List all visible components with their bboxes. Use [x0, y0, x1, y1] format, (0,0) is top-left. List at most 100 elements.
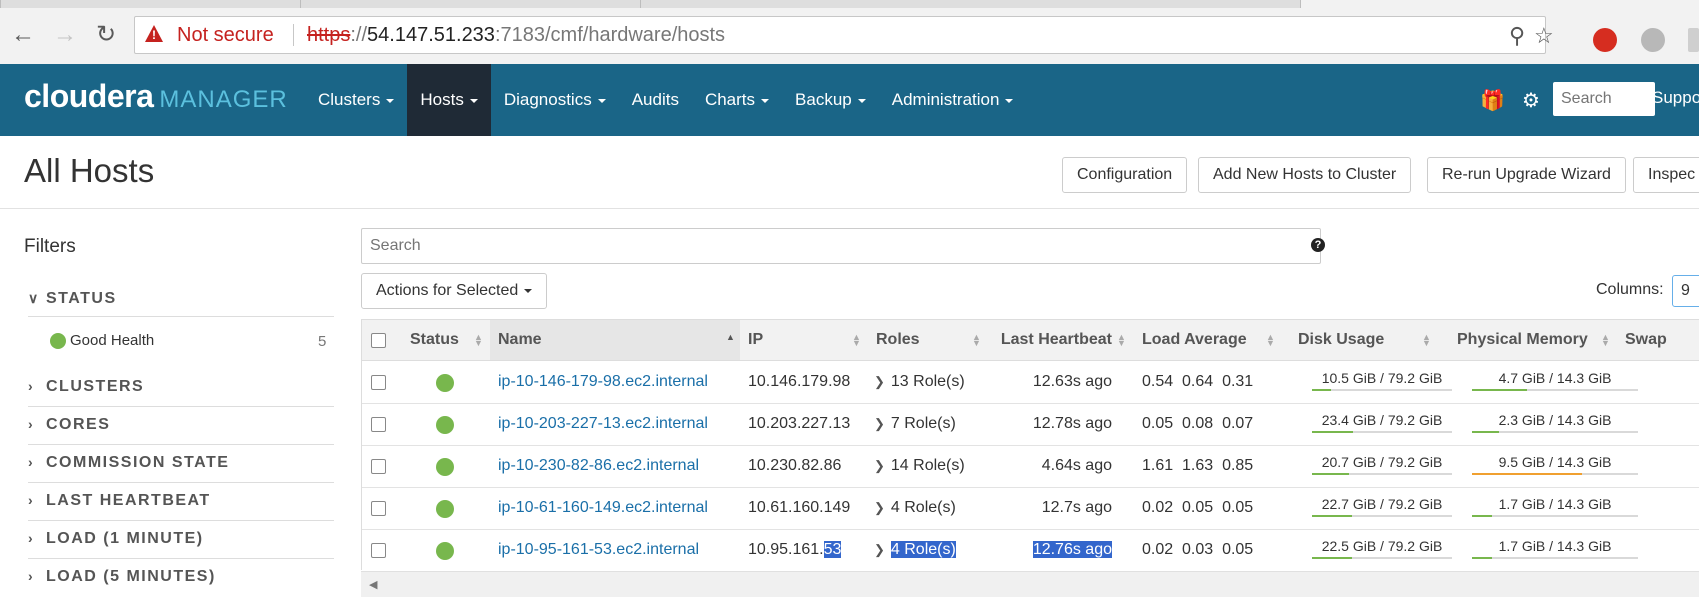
column-header-roles[interactable]: Roles ▲ ▼: [868, 320, 986, 360]
column-header-status[interactable]: Status ▲ ▼: [402, 320, 490, 360]
filter-group-status[interactable]: ∨ STATUS: [28, 290, 334, 317]
sort-icon: ▲ ▼: [972, 332, 981, 348]
filter-group-load-5-minutes[interactable]: › LOAD (5 MINUTES): [28, 568, 334, 608]
cloudera-logo[interactable]: cloudera MANAGER: [24, 78, 288, 115]
nav-label: Charts: [704, 90, 756, 109]
actions-for-selected-button[interactable]: Actions for Selected: [361, 273, 548, 309]
column-header-disk-usage[interactable]: Disk Usage ▲ ▼: [1290, 320, 1438, 360]
browser-toolbar: ← → ↻ Not secure https://54.147.51.233:7…: [0, 8, 1699, 65]
disk-usage-track: [1312, 557, 1452, 559]
column-header-physical-memory[interactable]: Physical Memory ▲ ▼: [1449, 320, 1617, 360]
physical-memory-track: [1472, 431, 1638, 433]
row-checkbox[interactable]: [371, 417, 386, 432]
adblock-extension-icon[interactable]: [1593, 28, 1617, 52]
not-secure-label[interactable]: Not secure: [177, 24, 274, 47]
filter-good-health[interactable]: Good Health: [70, 332, 154, 349]
column-header-name[interactable]: Name ▲: [490, 320, 740, 360]
row-checkbox[interactable]: [371, 459, 386, 474]
columns-count-input[interactable]: [1672, 275, 1699, 307]
help-icon[interactable]: ?: [1311, 238, 1325, 252]
nav-hosts[interactable]: Hosts: [407, 64, 491, 136]
page-title: All Hosts: [24, 152, 155, 189]
roles-count: 13 Role(s): [890, 373, 965, 390]
filter-group-last-heartbeat[interactable]: › LAST HEARTBEAT: [28, 492, 334, 521]
host-name-link[interactable]: ip-10-146-179-98.ec2.internal: [498, 373, 708, 390]
nav-backup[interactable]: Backup: [782, 64, 879, 136]
host-last-heartbeat: 12.63s ago: [986, 361, 1112, 403]
host-roles[interactable]: ❯ 4 Role(s): [874, 487, 956, 529]
filter-group-cores[interactable]: › CORES: [28, 416, 334, 445]
column-header-swap[interactable]: Swap: [1617, 320, 1699, 360]
host-name-link[interactable]: ip-10-203-227-13.ec2.internal: [498, 415, 708, 432]
scroll-left-icon[interactable]: ◀: [369, 578, 377, 591]
column-header-last-heartbeat[interactable]: Last Heartbeat ▲ ▼: [986, 320, 1126, 360]
filters-title: Filters: [24, 236, 76, 257]
column-header-ip[interactable]: IP ▲ ▼: [740, 320, 868, 360]
bookmark-star-icon[interactable]: ☆: [1534, 23, 1554, 49]
disk-usage-track: [1312, 431, 1452, 433]
disk-usage-fill: [1312, 557, 1352, 559]
filter-group-commission-state[interactable]: › COMMISSION STATE: [28, 454, 334, 483]
omnibox-divider: [293, 24, 294, 46]
filter-group-load-1-minute[interactable]: › LOAD (1 MINUTE): [28, 530, 334, 559]
sort-icon: ▲ ▼: [1601, 332, 1610, 348]
browser-tab-active[interactable]: [1300, 0, 1699, 8]
host-ip: 10.203.227.13: [748, 403, 850, 445]
reload-icon[interactable]: ↻: [93, 22, 119, 48]
inspect-hosts-button[interactable]: Inspec: [1633, 157, 1699, 193]
physical-memory-track: [1472, 473, 1638, 475]
nav-administration[interactable]: Administration: [879, 64, 1027, 136]
url-host: 54.147.51.233: [367, 24, 495, 46]
chevron-right-icon: ›: [28, 530, 35, 546]
nav-audits[interactable]: Audits: [619, 64, 692, 136]
roles-count: 4 Role(s): [890, 499, 956, 516]
back-icon[interactable]: ←: [10, 22, 36, 48]
nav-label: Clusters: [318, 90, 381, 109]
nav-clusters[interactable]: Clusters: [305, 64, 407, 136]
filter-group-heading: COMMISSION STATE: [46, 454, 230, 471]
extension-icon[interactable]: [1641, 28, 1665, 52]
extension-icon-partial[interactable]: [1688, 28, 1699, 52]
gift-icon[interactable]: 🎁: [1480, 88, 1505, 112]
load-5min: 0.03: [1182, 541, 1214, 558]
select-all-checkbox[interactable]: [371, 333, 386, 348]
host-name-link[interactable]: ip-10-95-161-53.ec2.internal: [498, 541, 699, 558]
column-header-load-average[interactable]: Load Average ▲ ▼: [1134, 320, 1282, 360]
load-15min: 0.05: [1222, 499, 1254, 516]
zoom-icon[interactable]: ⚲: [1509, 23, 1525, 49]
browser-tab[interactable]: [300, 0, 601, 8]
load-5min: 1.63: [1182, 457, 1214, 474]
filter-group-heading: LOAD (5 MINUTES): [46, 568, 216, 585]
filter-group-clusters[interactable]: › CLUSTERS: [28, 378, 334, 407]
host-load-average: 0.02 0.03 0.05: [1142, 529, 1253, 571]
host-name-link[interactable]: ip-10-61-160-149.ec2.internal: [498, 499, 708, 516]
browser-tab[interactable]: [640, 0, 941, 8]
row-checkbox[interactable]: [371, 501, 386, 516]
hosts-search-input[interactable]: [361, 228, 1321, 264]
add-new-hosts-button[interactable]: Add New Hosts to Cluster: [1198, 157, 1412, 193]
address-bar[interactable]: Not secure https://54.147.51.233:7183/cm…: [134, 16, 1554, 54]
sort-icon: ▲ ▼: [852, 332, 861, 348]
rerun-upgrade-wizard-button[interactable]: Re-run Upgrade Wizard: [1427, 157, 1626, 193]
header-search-input[interactable]: [1553, 82, 1655, 116]
heartbeat-text: 12.78s ago: [1032, 415, 1112, 432]
host-roles[interactable]: ❯ 7 Role(s): [874, 403, 956, 445]
host-ip: 10.230.82.86: [748, 445, 841, 487]
host-roles[interactable]: ❯ 4 Role(s): [874, 529, 956, 571]
running-commands-icon[interactable]: ⚙: [1520, 88, 1542, 112]
horizontal-scrollbar[interactable]: ◀: [361, 571, 1699, 597]
browser-tab[interactable]: [0, 0, 31, 8]
page-title-bar: All Hosts Configuration Add New Hosts to…: [0, 136, 1699, 209]
host-roles[interactable]: ❯ 13 Role(s): [874, 361, 965, 403]
nav-charts[interactable]: Charts: [692, 64, 782, 136]
configuration-button[interactable]: Configuration: [1062, 157, 1188, 193]
nav-diagnostics[interactable]: Diagnostics: [491, 64, 619, 136]
row-checkbox[interactable]: [371, 375, 386, 390]
url-text[interactable]: https://54.147.51.233:7183/cmf/hardware/…: [307, 24, 725, 47]
host-roles[interactable]: ❯ 14 Role(s): [874, 445, 965, 487]
support-menu[interactable]: Suppo: [1652, 88, 1699, 108]
forward-icon[interactable]: →: [52, 22, 78, 48]
host-name-link[interactable]: ip-10-230-82-86.ec2.internal: [498, 457, 699, 474]
row-checkbox[interactable]: [371, 543, 386, 558]
physical-memory-text: 1.7 GiB / 14.3 GiB: [1498, 538, 1612, 554]
